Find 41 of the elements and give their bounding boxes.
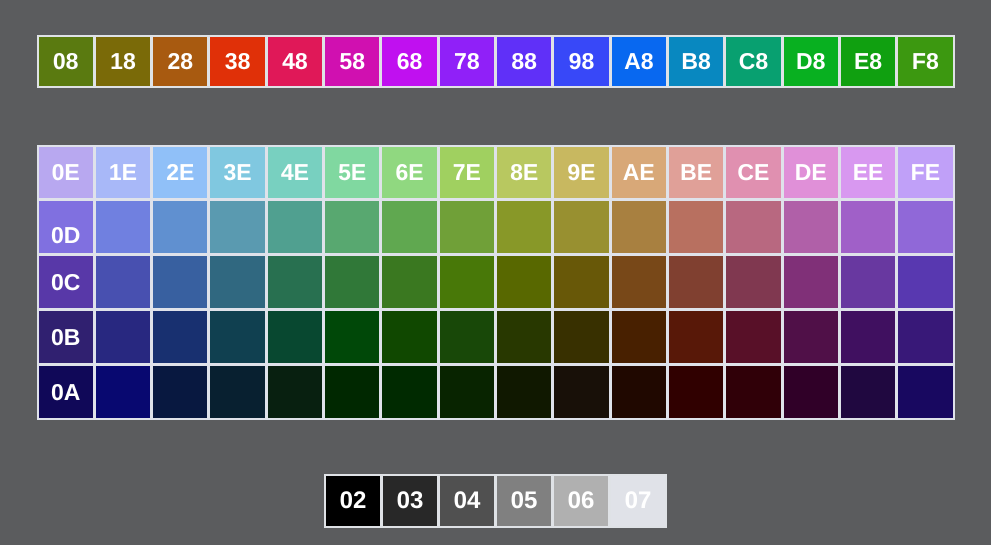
color-swatch: CE bbox=[726, 147, 781, 198]
color-swatch: BE bbox=[668, 147, 724, 198]
color-swatch: 68 bbox=[382, 37, 437, 86]
color-swatch: 03 bbox=[383, 476, 437, 526]
color-swatch: 7E bbox=[440, 147, 494, 198]
color-swatch: B8 bbox=[668, 37, 724, 86]
color-swatch: 2E bbox=[153, 147, 208, 198]
color-swatch: 0C bbox=[38, 256, 93, 308]
color-swatch: EE bbox=[840, 147, 896, 198]
color-swatch: A8 bbox=[612, 37, 666, 86]
color-swatch: DE bbox=[784, 147, 838, 198]
color-swatch: 4E bbox=[268, 147, 322, 198]
color-swatch: 02 bbox=[326, 476, 380, 526]
color-swatch: 28 bbox=[153, 37, 208, 86]
color-swatch: E8 bbox=[840, 37, 896, 86]
color-swatch: 08 bbox=[38, 37, 93, 86]
color-swatch: 58 bbox=[325, 37, 380, 86]
color-swatch: 1E bbox=[96, 147, 150, 198]
color-swatch: C8 bbox=[726, 37, 781, 86]
color-swatch: 9E bbox=[554, 147, 609, 198]
color-swatch: 05 bbox=[497, 476, 551, 526]
color-swatch: 88 bbox=[497, 37, 552, 86]
color-swatch: 6E bbox=[382, 147, 437, 198]
color-swatch: 0E bbox=[38, 147, 93, 198]
color-swatch: 48 bbox=[268, 37, 322, 86]
color-swatch: 18 bbox=[96, 37, 150, 86]
color-swatch: D8 bbox=[784, 37, 838, 86]
color-swatch: 0B bbox=[38, 311, 93, 363]
color-swatch: 8E bbox=[497, 147, 552, 198]
color-swatch: AE bbox=[612, 147, 666, 198]
color-swatch: FE bbox=[898, 147, 952, 198]
color-swatch: 78 bbox=[440, 37, 494, 86]
color-swatch: 38 bbox=[210, 37, 265, 86]
color-swatch: 06 bbox=[554, 476, 608, 526]
color-swatch: 0D bbox=[38, 201, 93, 253]
color-swatch: 04 bbox=[440, 476, 494, 526]
color-swatch: 98 bbox=[554, 37, 609, 86]
color-swatch: 3E bbox=[210, 147, 265, 198]
color-swatch: F8 bbox=[898, 37, 952, 86]
color-swatch: 0A bbox=[38, 366, 93, 418]
color-swatch: 5E bbox=[325, 147, 380, 198]
